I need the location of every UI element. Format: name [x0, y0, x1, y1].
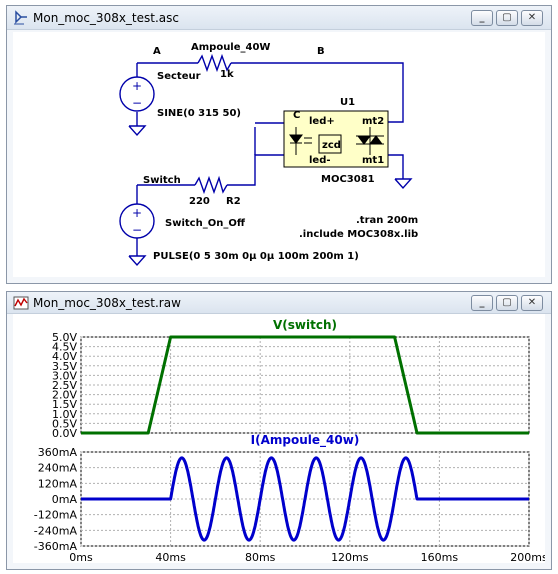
ground-symbol-v2 — [128, 255, 147, 267]
r1-name: Ampoule_40W — [191, 42, 270, 53]
x-tick-label: 40ms — [155, 551, 186, 563]
schematic-drawing[interactable]: + − + − A B C Ampoule_40W 1k Secteur SIN… — [13, 32, 545, 277]
waveform-plot[interactable]: 0.0V0.5V1.0V1.5V2.0V2.5V3.0V3.5V4.0V4.5V… — [13, 314, 545, 563]
close-icon: ✕ — [527, 12, 537, 23]
net-label-b: B — [317, 46, 325, 57]
schematic-window[interactable]: Mon_moc_308x_test.asc _ ▢ ✕ + − + − A B … — [6, 5, 552, 284]
y-tick-label: 240mA — [38, 462, 78, 475]
restore-icon: ▢ — [502, 12, 512, 23]
y-tick-label: 5.0V — [52, 331, 77, 344]
y-tick-label: -120mA — [34, 509, 78, 522]
svg-text:+: + — [132, 206, 142, 220]
u1-part: MOC3081 — [321, 174, 375, 185]
x-tick-label: 120ms — [331, 551, 369, 563]
directive-tran: .tran 200m — [356, 215, 418, 226]
restore-button[interactable]: ▢ — [496, 295, 518, 311]
waveform-titlebar[interactable]: Mon_moc_308x_test.raw _ ▢ ✕ — [7, 292, 551, 314]
ground-symbol-u1 — [394, 178, 413, 190]
y-tick-label: -240mA — [34, 524, 78, 537]
v2-source[interactable]: + − — [119, 203, 155, 239]
x-tick-label: 160ms — [421, 551, 459, 563]
directive-include: .include MOC308x.lib — [299, 229, 418, 240]
pin-led-minus: led- — [309, 155, 331, 166]
u1-name: U1 — [340, 97, 355, 108]
r1-resistor[interactable] — [197, 53, 232, 73]
svg-text:−: − — [132, 96, 142, 110]
minimize-button[interactable]: _ — [471, 10, 493, 26]
switch-net-label: Switch — [143, 175, 181, 186]
v2-value: PULSE(0 5 30m 0µ 0µ 100m 200m 1) — [153, 251, 359, 262]
x-tick-label: 80ms — [245, 551, 276, 563]
schematic-icon — [14, 10, 27, 25]
minimize-button[interactable]: _ — [471, 295, 493, 311]
net-label-a: A — [153, 46, 161, 57]
v1-value: SINE(0 315 50) — [157, 108, 241, 119]
ground-symbol-v1 — [128, 125, 147, 137]
net-label-c: C — [293, 110, 300, 121]
pin-mt1: mt1 — [362, 155, 384, 166]
trace-title[interactable]: V(switch) — [273, 318, 337, 332]
plot-pane-1[interactable]: 0.0V0.5V1.0V1.5V2.0V2.5V3.0V3.5V4.0V4.5V… — [52, 318, 530, 440]
close-icon: ✕ — [527, 297, 537, 308]
svg-text:−: − — [132, 223, 142, 237]
r2-resistor[interactable] — [194, 175, 228, 195]
y-tick-label: 0mA — [52, 493, 78, 506]
trace-title[interactable]: I(Ampoule_40w) — [251, 433, 360, 448]
schematic-title: Mon_moc_308x_test.asc — [33, 11, 179, 25]
schematic-titlebar[interactable]: Mon_moc_308x_test.asc _ ▢ ✕ — [7, 6, 551, 30]
schematic-canvas[interactable]: + − + − A B C Ampoule_40W 1k Secteur SIN… — [13, 32, 545, 277]
close-button[interactable]: ✕ — [521, 10, 543, 26]
waveform-canvas[interactable]: 0.0V 0.5V 1.0V 1.5V 2.0V 2.5V 3.0V 3.5V 4.0V 4.5V… — [13, 314, 545, 563]
close-button[interactable]: ✕ — [521, 295, 543, 311]
r1-value: 1k — [220, 69, 234, 80]
y-tick-label: 120mA — [38, 477, 78, 490]
waveform-window[interactable]: Mon_moc_308x_test.raw _ ▢ ✕ 0.0V 0.5V 1.0V… — [6, 291, 552, 570]
restore-icon: ▢ — [502, 297, 512, 308]
v2-name: Switch_On_Off — [165, 218, 246, 229]
minimize-icon: _ — [479, 12, 485, 23]
pin-mt2: mt2 — [362, 116, 384, 127]
plot-pane-2[interactable]: -360mA-240mA-120mA0mA120mA240mA360mAI(Am… — [34, 433, 530, 553]
pin-led-plus: led+ — [309, 116, 335, 127]
r2-name: R2 — [226, 196, 241, 207]
x-tick-label: 200ms — [510, 551, 545, 563]
restore-button[interactable]: ▢ — [496, 10, 518, 26]
waveform-title: Mon_moc_308x_test.raw — [33, 296, 181, 310]
svg-text:+: + — [132, 79, 142, 93]
r2-value: 220 — [189, 196, 210, 207]
x-tick-label: 0ms — [69, 551, 93, 563]
v1-name: Secteur — [157, 71, 201, 82]
zcd-label: zcd — [322, 140, 341, 151]
v1-source[interactable]: + − — [119, 76, 155, 112]
y-tick-label: 360mA — [38, 446, 78, 459]
waveform-icon — [13, 296, 29, 310]
minimize-icon: _ — [479, 297, 485, 308]
